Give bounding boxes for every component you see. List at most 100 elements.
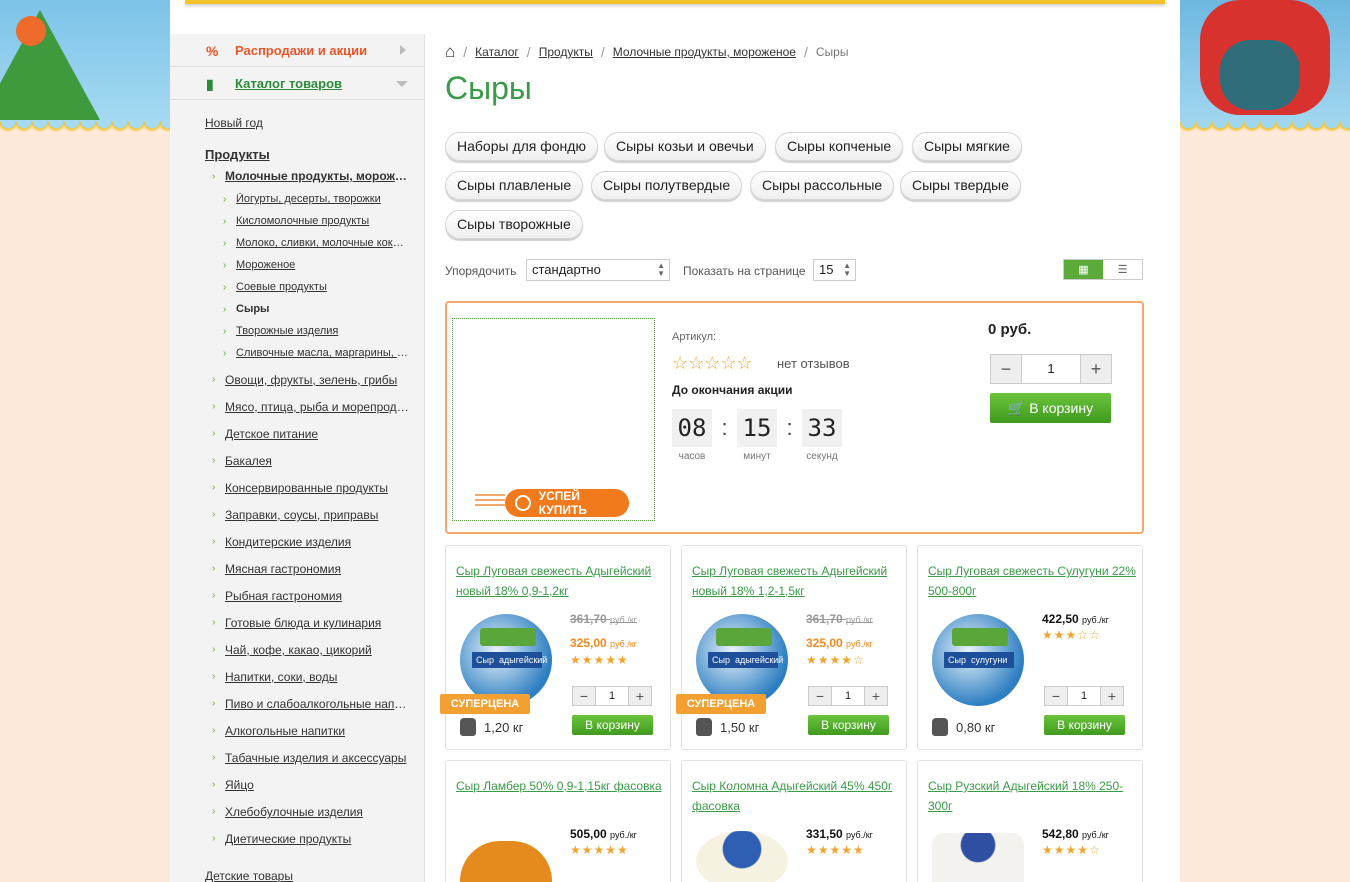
menu-item[interactable]: Творожные изделия [236,325,411,337]
quantity-input[interactable]: 1 [595,687,629,705]
menu-item[interactable]: Табачные изделия и аксессуары [225,751,410,765]
list-icon: ☰ [1117,264,1128,276]
tag-button[interactable]: Наборы для фондю [445,132,598,161]
minutes-value: 15 [737,409,777,447]
breadcrumb-link[interactable]: Продукты [539,45,593,59]
per-page-select[interactable]: 15 ▲ ▼ [813,259,856,281]
tag-button[interactable]: Сыры козьи и овечьи [604,132,766,161]
quantity-stepper: − 1 + [990,354,1112,384]
product-name[interactable]: Сыр Ламбер 50% 0,9-1,15кг фасовка [456,776,664,796]
tag-button[interactable]: Сыры мягкие [912,132,1022,161]
tag-button[interactable]: Сыры полутвердые [591,171,743,200]
menu-item[interactable]: Диетические продукты [225,832,410,846]
grid-view-button[interactable]: ▦ [1064,260,1103,279]
menu-item[interactable]: Консервированные продукты [225,481,410,495]
reviews-count[interactable]: нет отзывов [777,356,850,371]
product-name[interactable]: Сыр Коломна Адыгейский 45% 450г фасовка [692,776,900,816]
product-name[interactable]: Сыр Луговая свежесть Адыгейский новый 18… [692,561,900,601]
quantity-stepper: − 1 + [808,686,888,706]
catalog-label: Каталог товаров [235,75,343,91]
rating-stars: ★★★★★ [570,843,629,857]
sort-select[interactable]: стандартно ▲ ▼ [526,259,670,281]
tag-button[interactable]: Сыры твердые [900,171,1021,200]
product-image[interactable]: Сыр адыгейский [696,614,788,706]
plus-button[interactable]: + [1101,687,1123,705]
breadcrumb-link[interactable]: Каталог [475,45,519,59]
plus-button[interactable]: + [629,687,651,705]
menu-item[interactable]: Готовые блюда и кулинария [225,616,410,630]
tag-button[interactable]: Сыры рассольные [750,171,895,200]
add-to-cart-button[interactable]: В корзину [808,715,889,735]
chevron-right-icon [400,45,406,55]
minus-button[interactable]: − [991,355,1021,383]
menu-item[interactable]: Кисломолочные продукты [236,215,411,227]
breadcrumb-link[interactable]: Молочные продукты, мороженое [613,45,796,59]
menu-item[interactable]: Чай, кофе, какао, цикорий [225,643,410,657]
menu-item[interactable]: Кондитерские изделия [225,535,410,549]
menu-item[interactable]: Молоко, сливки, молочные коктейли [236,237,406,249]
product-card: Сыр Луговая свежесть Адыгейский новый 18… [440,545,671,750]
add-to-cart-button[interactable]: 🛒 В корзину [990,393,1111,423]
rating-stars: ★★★★☆ [1042,843,1101,857]
product-card: Сыр Рузский Адыгейский 18% 250-300г 542,… [917,760,1143,882]
promo-image[interactable]: УСПЕЙ КУПИТЬ [452,318,655,521]
tag-button[interactable]: Сыры копченые [775,132,904,161]
product-image[interactable] [460,841,552,882]
minus-button[interactable]: − [809,687,831,705]
menu-item[interactable]: Пиво и слабоалкогольные напитки [225,697,410,711]
menu-item[interactable]: Молочные продукты, мороженое [225,169,410,183]
chevron-icon: › [212,171,216,182]
menu-item[interactable]: Йогурты, десерты, творожки [236,193,411,205]
menu-item[interactable]: Продукты [205,147,270,162]
menu-item[interactable]: Соевые продукты [236,281,411,293]
colon: : [786,415,793,440]
catalog-menu-button[interactable]: ▮ Каталог товаров [170,67,424,100]
product-name[interactable]: Сыр Луговая свежесть Адыгейский новый 18… [456,561,664,601]
product-name[interactable]: Сыр Рузский Адыгейский 18% 250-300г [928,776,1136,816]
menu-item[interactable]: Рыбная гастрономия [225,589,410,603]
quantity-input[interactable]: 1 [831,687,865,705]
menu-item[interactable]: Мясо, птица, рыба и морепродукты [225,400,410,414]
product-image[interactable]: Сыр адыгейский [460,614,552,706]
plus-button[interactable]: + [1081,355,1111,383]
menu-item[interactable]: Мороженое [236,259,411,271]
product-image[interactable] [932,833,1024,882]
menu-item[interactable]: Заправки, соусы, приправы [225,508,410,522]
minus-button[interactable]: − [573,687,595,705]
colon: : [721,415,728,440]
product-card: Сыр Луговая свежесть Адыгейский новый 18… [676,545,907,750]
sale-menu-button[interactable]: % Распродажи и акции [170,34,424,67]
weight-icon [460,718,476,736]
menu-item[interactable]: Детские товары [205,869,293,882]
menu-item[interactable]: Бакалея [225,454,410,468]
menu-item[interactable]: Яйцо [225,778,410,792]
menu-item[interactable]: Овощи, фрукты, зелень, грибы [225,373,410,387]
menu-item[interactable]: Мясная гастрономия [225,562,410,576]
hours-label: часов [678,451,706,462]
menu-item[interactable]: Детское питание [225,427,410,441]
product-name[interactable]: Сыр Луговая свежесть Сулугуни 22% 500-80… [928,561,1136,601]
menu-item[interactable]: Напитки, соки, воды [225,670,410,684]
quantity-input[interactable]: 1 [1021,355,1081,383]
cart-icon: 🛒 [1007,400,1026,416]
chevron-icon: › [223,348,227,359]
quantity-input[interactable]: 1 [1067,687,1101,705]
list-view-button[interactable]: ☰ [1103,260,1142,279]
product-image[interactable] [696,831,788,882]
home-icon[interactable]: ⌂ [445,42,455,62]
plus-button[interactable]: + [865,687,887,705]
menu-item-active[interactable]: Сыры [236,303,411,315]
menu-item[interactable]: Сливочные масла, маргарины, спреды [236,347,411,359]
product-image[interactable]: Сыр сулугуни [932,614,1024,706]
cart-label: В корзину [1029,400,1094,416]
minus-button[interactable]: − [1045,687,1067,705]
menu-item[interactable]: Хлебобулочные изделия [225,805,410,819]
tag-button[interactable]: Сыры плавленые [445,171,584,200]
product-card: Сыр Ламбер 50% 0,9-1,15кг фасовка 505,00… [445,760,671,882]
percent-icon: % [206,43,219,59]
menu-item[interactable]: Новый год [205,116,263,130]
tag-button[interactable]: Сыры творожные [445,210,583,239]
add-to-cart-button[interactable]: В корзину [1044,715,1125,735]
menu-item[interactable]: Алкогольные напитки [225,724,410,738]
add-to-cart-button[interactable]: В корзину [572,715,653,735]
